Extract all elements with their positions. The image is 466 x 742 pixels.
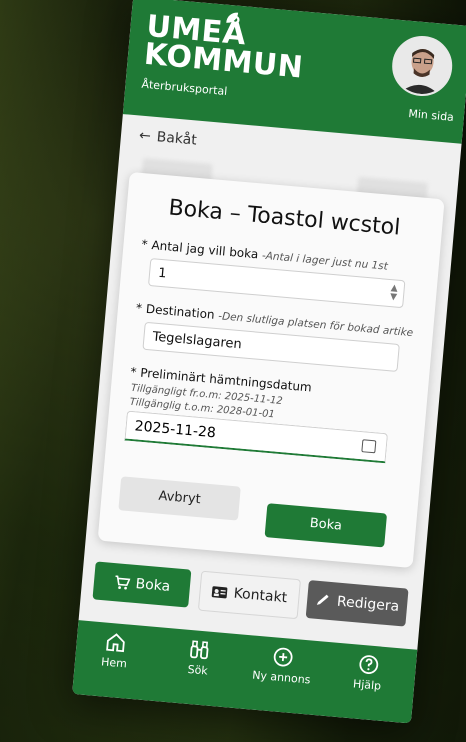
arrow-left-icon: ←	[138, 127, 152, 145]
home-icon	[106, 633, 125, 653]
nav-item-home[interactable]: Hem	[79, 628, 152, 672]
required-marker: *	[135, 300, 143, 316]
edit-button-label: Redigera	[336, 593, 400, 615]
nav-search-label: Sök	[187, 662, 209, 678]
logo-leaf-icon	[226, 12, 239, 23]
spinner-arrows-icon[interactable]: ▲ ▼	[390, 283, 399, 303]
help-icon	[359, 655, 379, 674]
book-button[interactable]: Boka	[92, 561, 192, 608]
contact-button[interactable]: Kontakt	[197, 570, 301, 620]
avatar[interactable]	[389, 33, 455, 99]
nav-home-label: Hem	[100, 655, 128, 671]
quantity-value: 1	[157, 265, 168, 282]
destination-value: Tegelslagaren	[151, 329, 243, 353]
destination-label-text: Destination	[145, 301, 216, 322]
cancel-button[interactable]: Avbryt	[118, 476, 241, 521]
nav-help-label: Hjälp	[352, 677, 382, 693]
app-header: UMEÅ KOMMUN Återbruksportal Min sida	[122, 0, 466, 144]
my-page-link[interactable]: Min sida	[408, 107, 454, 124]
person-photo-icon	[391, 35, 453, 97]
phone-screen: UMEÅ KOMMUN Återbruksportal Min sida ← Ba…	[72, 0, 466, 724]
calendar-icon[interactable]	[361, 439, 377, 454]
contact-button-label: Kontakt	[233, 585, 288, 607]
confirm-book-button[interactable]: Boka	[264, 503, 388, 548]
back-label: Bakåt	[156, 129, 198, 149]
nav-item-search[interactable]: Sök	[162, 636, 235, 680]
contact-card-icon	[211, 586, 228, 599]
nav-new-ad-label: Ny annons	[251, 668, 311, 687]
edit-button[interactable]: Redigera	[305, 580, 409, 627]
book-button-label: Boka	[134, 575, 171, 595]
nav-item-help[interactable]: Hjälp	[332, 651, 405, 695]
dialog-title: Boka – Toastol wcstol	[167, 195, 402, 241]
quantity-label-text: Antal jag vill boka	[150, 238, 259, 262]
pickup-date-value: 2025-11-28	[134, 418, 217, 442]
cart-icon	[115, 575, 131, 590]
logo-text-kommun: KOMMUN	[142, 36, 305, 86]
required-marker: *	[129, 364, 138, 380]
plus-circle-icon	[273, 647, 293, 667]
back-link[interactable]: ← Bakåt	[138, 128, 197, 149]
booking-dialog: Boka – Toastol wcstol * Antal jag vill bo…	[97, 171, 445, 569]
pencil-icon	[316, 594, 329, 605]
binoculars-icon	[190, 640, 209, 660]
nav-item-new-ad[interactable]: Ny annons	[246, 643, 319, 687]
required-marker: *	[140, 237, 149, 252]
portal-subtitle: Återbruksportal	[140, 77, 228, 99]
